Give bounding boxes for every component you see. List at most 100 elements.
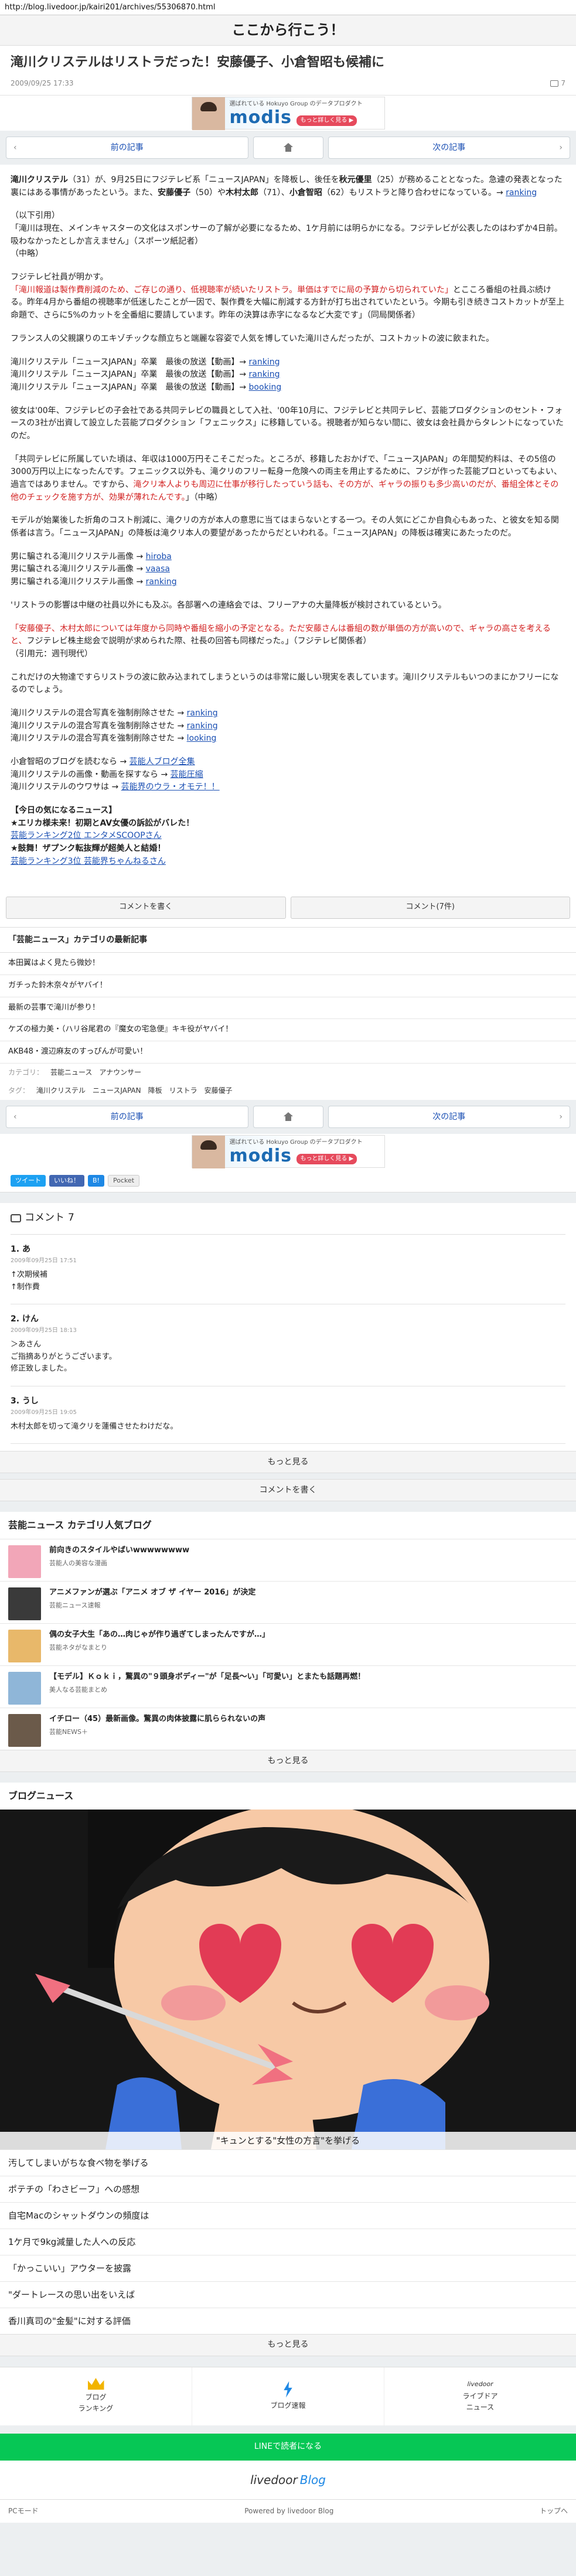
person-name: 小倉智昭 [289, 188, 322, 197]
comments-title: コメント [25, 1212, 64, 1224]
link-list: 滝川クリステル「ニュースJAPAN」卒業 最後の放送【動画】→ ranking … [11, 356, 565, 394]
livedoor-blog-logo[interactable]: livedoor Blog [0, 2460, 576, 2499]
illustration-image [0, 1809, 576, 2149]
category-row: カテゴリ： 芸能ニュース アナウンサー [0, 1063, 576, 1082]
list-item[interactable]: 【モデル】Ｋｏｋｉ，驚異の"９頭身ボディー"が「足長〜い」「可愛い」とまたも話題… [0, 1665, 576, 1708]
ad-cta[interactable]: もっと詳しく見る ▶ [296, 1154, 357, 1165]
link-prefix: 滝川クリステル「ニュースJAPAN」卒業 最後の放送【動画】→ [11, 382, 249, 392]
category-values[interactable]: 芸能ニュース アナウンサー [50, 1067, 141, 1078]
more-news-button[interactable]: もっと見る [0, 2333, 576, 2356]
text-run: 」（フジテレビ関係者） [285, 636, 371, 646]
list-item[interactable]: イチロー（45）最新画像。驚異の肉体披露に肌らられないの声 芸能NEWS＋ [0, 1708, 576, 1750]
chevron-right-icon: › [559, 142, 563, 152]
write-comment-button[interactable]: コメントを書く [0, 1479, 576, 1502]
vaasa-link[interactable]: vaasa [146, 564, 170, 574]
prev-article-button[interactable]: ‹ 前の記事 [6, 1106, 248, 1129]
list-item[interactable]: アニメファンが選ぶ「アニメ オブ ザ イヤー 2016」が決定 芸能ニュース速報 [0, 1581, 576, 1623]
link-prefix: 滝川クリステルの混合写真を強制削除させた → [11, 721, 187, 731]
blog-ranking-link[interactable]: ブログ ランキング [0, 2367, 192, 2425]
prev-article-button[interactable]: ‹ 前の記事 [6, 136, 248, 159]
home-button[interactable] [253, 1106, 323, 1129]
comment-date: 2009年09月25日 18:13 [11, 1327, 77, 1334]
list-item[interactable]: ガチった鈴木奈々がヤバイ！ [0, 975, 576, 997]
list-item[interactable]: 自宅Macのシャットダウンの頻度は [0, 2202, 576, 2229]
next-article-button[interactable]: 次の記事 › [328, 1106, 570, 1129]
looking-link[interactable]: looking [187, 734, 217, 743]
list-item[interactable]: 汚してしまいがちな食べ物を挙げる [0, 2149, 576, 2176]
view-comments-button[interactable]: コメント(7件) [290, 896, 570, 919]
home-button[interactable] [253, 136, 323, 159]
next-article-button[interactable]: 次の記事 › [328, 136, 570, 159]
list-item[interactable]: 香川真司の"金髪"に対する評価 [0, 2307, 576, 2334]
ranking-link[interactable]: ranking [249, 370, 280, 379]
item-title: イチロー（45）最新画像。驚異の肉体披露に肌らられないの声 [49, 1715, 266, 1724]
facebook-like-button[interactable]: いいね！ [49, 1174, 84, 1187]
news-hero-image[interactable]: "キュンとする"女性の方言"を挙げる [0, 1809, 576, 2149]
link-prefix: 滝川クリステルのウワサは → [11, 782, 121, 792]
image-link[interactable]: 芸能圧縮 [171, 770, 203, 779]
blog-news-link[interactable]: ブログ速報 [192, 2367, 384, 2425]
list-item[interactable]: AKB48・渡辺麻友のすっぴんが可愛い！ [0, 1041, 576, 1064]
line-follow-button[interactable]: LINEで読者になる [0, 2433, 576, 2461]
pickup-link[interactable]: 芸能ランキング3位 芸能界ちゃんねるさん [11, 857, 166, 866]
pocket-button[interactable]: Pocket [107, 1174, 140, 1187]
comment-count-value: 7 [561, 79, 565, 87]
pickup-link[interactable]: 芸能ランキング2位 エンタメSCOOPさん [11, 831, 162, 840]
list-item[interactable]: 「かっこいい」アウターを披露 [0, 2254, 576, 2281]
list-item[interactable]: ケズの極力美・（ハリ谷尾君の『魔女の宅急便』キキ役がヤバイ！ [0, 1019, 576, 1042]
ranking-link[interactable]: ranking [146, 577, 177, 587]
next-article-label: 次の記事 [432, 142, 466, 152]
link-prefix: 小倉智昭のブログを読むなら → [11, 757, 129, 767]
comment-line: 木村太郎を切って滝クリを蓮備させたわけだな。 [11, 1422, 178, 1431]
browser-url-bar[interactable]: http://blog.livedoor.jp/kairi201/archive… [0, 0, 576, 15]
list-item[interactable]: 偶の女子大生「あの…肉じゃが作り過ぎてしまったんですが…」 芸能ネタがなまとり [0, 1623, 576, 1665]
tag-row: タグ： 滝川クリステル ニュースJAPAN 降板 リストラ 安藤優子 [0, 1082, 576, 1100]
item-title: 偶の女子大生「あの…肉じゃが作り過ぎてしまったんですが…」 [49, 1630, 270, 1640]
ranking-link[interactable]: ranking [187, 708, 218, 718]
ad-banner-top[interactable]: 選ばれている Hokuyo Group のデータプロダクト modis もっと詳… [0, 95, 576, 131]
ranking-link[interactable]: ranking [187, 721, 218, 731]
item-title: 前向きのスタイルやばいwwwwwwww [49, 1546, 190, 1555]
comment-author: あ [22, 1245, 30, 1255]
ad-person-image [192, 97, 225, 130]
ad-cta[interactable]: もっと詳しく見る ▶ [296, 115, 357, 126]
comment-date: 2009年09月25日 19:05 [11, 1409, 77, 1416]
list-item[interactable]: 1ケ月で9kg減量した人への反応 [0, 2228, 576, 2255]
write-comment-button[interactable]: コメントを書く [6, 896, 286, 919]
back-to-top-link[interactable]: トップへ [540, 2506, 568, 2517]
share-buttons: ツイート いいね！ B! Pocket [0, 1169, 576, 1193]
ranking-link[interactable]: ranking [506, 188, 537, 197]
link-prefix: 滝川クリステルの混合写真を強制削除させた → [11, 734, 187, 744]
comment-date: 2009年09月25日 17:51 [11, 1257, 77, 1264]
site-title[interactable]: ここから行こう！ [232, 19, 345, 41]
text-run: （31）が、9月25日にフジテレビ系「ニュースJAPAN」を降板し、後任を [68, 175, 339, 185]
hiroba-link[interactable]: hiroba [146, 552, 172, 561]
crown-icon [87, 2377, 104, 2390]
more-blogs-button[interactable]: もっと見る [0, 1750, 576, 1773]
ranking-link[interactable]: ranking [249, 357, 280, 367]
popular-blogs-section: 芸能ニュース カテゴリ人気ブログ 前向きのスタイルやばいwwwwwwww 芸能人の… [0, 1512, 576, 1773]
list-item[interactable]: "ダートレースの思い出をいえば [0, 2281, 576, 2308]
list-item[interactable]: 本田翼はよく見たら微妙！ [0, 953, 576, 975]
ad-banner-bottom[interactable]: 選ばれている Hokuyo Group のデータプロダクト modis もっと詳… [0, 1134, 576, 1170]
person-name: 安藤優子 [158, 188, 191, 197]
more-comments-button[interactable]: もっと見る [0, 1451, 576, 1474]
list-item[interactable]: ポテチの「わさビーフ」への感想 [0, 2175, 576, 2202]
ad-person-image [192, 1136, 225, 1169]
paragraph: 滝川クリステル（31）が、9月25日にフジテレビ系「ニュースJAPAN」を降板し… [11, 174, 565, 199]
pc-mode-link[interactable]: PCモード [8, 2506, 39, 2517]
tag-values[interactable]: 滝川クリステル ニュースJAPAN 降板 リストラ 安藤優子 [36, 1085, 233, 1096]
tweet-button[interactable]: ツイート [11, 1174, 46, 1187]
list-item[interactable]: 最新の芸事で滝川が参り！ [0, 997, 576, 1020]
paragraph: これだけの大物達ですらリストラの波に飲み込まれてしまうというのは非常に厳しい現実… [11, 672, 559, 695]
livedoor-news-link[interactable]: livedoor ライブドア ニュース [384, 2367, 576, 2425]
article-header: 滝川クリステルはリストラだった！安藤優子、小倉智昭も候補に 2009/09/25… [0, 46, 576, 96]
list-item[interactable]: 前向きのスタイルやばいwwwwwwww 芸能人の美容な漫画 [0, 1539, 576, 1581]
rumor-link[interactable]: 芸能界のウラ・オモテ！！ [121, 782, 220, 792]
blog-link[interactable]: 芸能人ブログ全集 [129, 757, 195, 766]
text-run: フジテレビ株主総会で説明が求められた際、社長の回答も同様だった。 [26, 636, 285, 646]
hatena-bookmark-button[interactable]: B! [88, 1174, 104, 1187]
comment-count-link[interactable]: 7 [550, 78, 565, 89]
booking-link[interactable]: booking [249, 383, 282, 392]
livedoor-news-label: ライブドア ニュース [462, 2391, 498, 2411]
